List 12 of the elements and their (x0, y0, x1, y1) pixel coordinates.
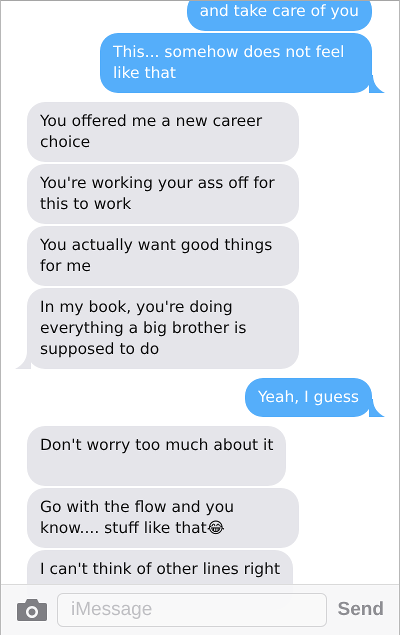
message-bubble: Don't worry too much about it (27, 426, 286, 486)
bubble-tail (369, 75, 385, 93)
bubble-tail (15, 351, 31, 369)
message-bubble: You offered me a new career choice (27, 102, 299, 162)
message-field[interactable]: iMessage (57, 593, 327, 627)
message-bubble: and take care of you (186, 1, 372, 31)
message-bubble: You actually want good things for me (27, 226, 299, 286)
camera-icon[interactable] (17, 599, 47, 621)
message-bubble: You're working your ass off for this to work (27, 164, 299, 224)
message-bubble: Go with the flow and you know.... stuff like that😂 (27, 488, 299, 548)
bubble-tail (369, 399, 385, 417)
send-button[interactable]: Send (338, 599, 384, 621)
